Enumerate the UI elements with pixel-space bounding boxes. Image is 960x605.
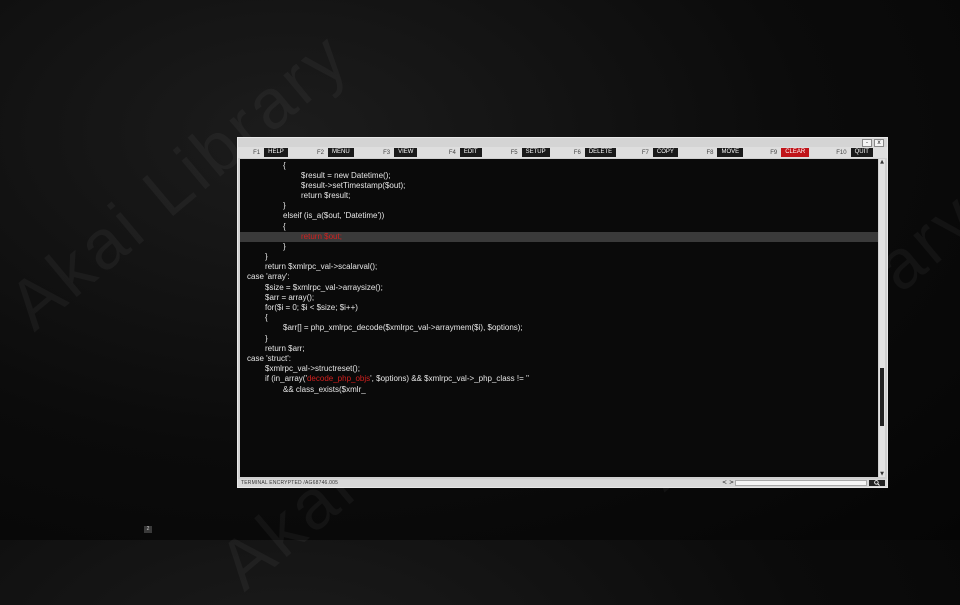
fkey-delete[interactable]: F6 DELETE — [563, 148, 628, 157]
code-text: { — [283, 161, 286, 170]
terminal-window: - x F1 HELP F2 MENU F3 VIEW F4 EDIT F5 S… — [237, 137, 888, 488]
status-text: TERMINAL ENCRYPTED /AG68746.005 — [241, 480, 339, 486]
code-line: } — [240, 242, 878, 252]
code-text: for($i = 0; $i < $size; $i++) — [265, 303, 358, 312]
code-line: } — [240, 252, 878, 262]
fkey-number: F3 — [383, 149, 391, 156]
fkey-setup-label[interactable]: SETUP — [521, 148, 550, 157]
code-text: } — [283, 201, 286, 210]
code-line: for($i = 0; $i < $size; $i++) — [240, 303, 878, 313]
code-text: } — [265, 334, 268, 343]
fkey-quit[interactable]: F10 QUIT — [822, 148, 887, 157]
highlighted-code-line: return $out; — [240, 232, 878, 242]
scrollbar-thumb[interactable] — [880, 368, 884, 427]
fkey-menu-label[interactable]: MENU — [328, 148, 354, 157]
code-text: $size = $xmlrpc_val->arraysize(); — [265, 283, 383, 292]
code-text: { — [283, 222, 286, 231]
fkey-copy[interactable]: F7 COPY — [627, 148, 692, 157]
code-line: return $result; — [240, 191, 878, 201]
code-line: elseif (is_a($out, 'Datetime')) — [240, 211, 878, 221]
code-line: $arr = array(); — [240, 293, 878, 303]
fkey-view[interactable]: F3 VIEW — [368, 148, 433, 157]
fkey-number: F9 — [770, 149, 778, 156]
code-text: $xmlrpc_val->structreset(); — [265, 364, 360, 373]
search-input[interactable] — [735, 480, 867, 486]
fkey-quit-label[interactable]: QUIT — [850, 148, 873, 157]
function-key-bar: F1 HELP F2 MENU F3 VIEW F4 EDIT F5 SETUP… — [238, 147, 887, 158]
code-text: $arr = array(); — [265, 293, 315, 302]
code-line: $xmlrpc_val->structreset(); — [240, 364, 878, 374]
code-text-segment: if (in_array(' — [265, 374, 307, 383]
fkey-setup[interactable]: F5 SETUP — [498, 148, 563, 157]
code-line: case 'struct': — [240, 354, 878, 364]
nav-next-button[interactable]: > — [729, 479, 734, 486]
fkey-number: F6 — [573, 149, 581, 156]
code-text: return $xmlrpc_val->scalarval(); — [265, 262, 378, 271]
search-icon — [874, 480, 880, 486]
minimize-button[interactable]: - — [862, 139, 872, 147]
code-text: elseif (is_a($out, 'Datetime')) — [283, 211, 385, 220]
fkey-help-label[interactable]: HELP — [264, 148, 288, 157]
code-text: return $arr; — [265, 344, 305, 353]
code-line: } — [240, 201, 878, 211]
code-text: if (in_array('decode_php_objs', $options… — [265, 374, 529, 384]
code-line: case 'array': — [240, 272, 878, 282]
code-line: { — [240, 313, 878, 323]
fkey-delete-label[interactable]: DELETE — [584, 148, 617, 157]
code-line: return $xmlrpc_val->scalarval(); — [240, 262, 878, 272]
code-line: $arr[] = php_xmlrpc_decode($xmlrpc_val->… — [240, 323, 878, 333]
code-editor[interactable]: { $result = new Datetime(); $result->set… — [240, 159, 878, 477]
search-button[interactable] — [869, 480, 885, 486]
fkey-view-label[interactable]: VIEW — [394, 148, 418, 157]
fkey-clear-label[interactable]: CLEAR — [781, 148, 810, 157]
code-line: { — [240, 222, 878, 232]
code-line: $result = new Datetime(); — [240, 171, 878, 181]
fkey-number: F7 — [641, 149, 649, 156]
code-line: $size = $xmlrpc_val->arraysize(); — [240, 283, 878, 293]
code-line: { — [240, 161, 878, 171]
fkey-move[interactable]: F8 MOVE — [692, 148, 757, 157]
fkey-edit-label[interactable]: EDIT — [459, 148, 482, 157]
fkey-menu[interactable]: F2 MENU — [303, 148, 368, 157]
code-text: } — [265, 252, 268, 261]
window-titlebar[interactable]: - x — [238, 138, 887, 147]
nav-arrows: < > — [722, 479, 734, 487]
fkey-number: F5 — [510, 149, 518, 156]
fkey-number: F4 — [448, 149, 456, 156]
code-line: return $arr; — [240, 344, 878, 354]
code-text: { — [265, 313, 268, 322]
code-text: } — [283, 242, 286, 251]
code-text: case 'struct': — [247, 354, 291, 363]
fkey-number: F2 — [317, 149, 325, 156]
code-text: return $result; — [301, 191, 351, 200]
fkey-number: F1 — [253, 149, 261, 156]
code-text: case 'array': — [247, 272, 290, 281]
fkey-copy-label[interactable]: COPY — [652, 148, 678, 157]
code-line: } — [240, 334, 878, 344]
code-text: $arr[] = php_xmlrpc_decode($xmlrpc_val->… — [283, 323, 523, 332]
fkey-help[interactable]: F1 HELP — [238, 148, 303, 157]
code-text: && class_exists($xmlr_ — [283, 385, 366, 394]
fkey-number: F8 — [706, 149, 714, 156]
code-line: && class_exists($xmlr_ — [240, 385, 878, 395]
vertical-scrollbar[interactable]: ▲ ▼ — [879, 159, 885, 477]
code-text: $result->setTimestamp($out); — [301, 181, 406, 190]
scroll-down-icon[interactable]: ▼ — [879, 471, 885, 477]
code-line: $result->setTimestamp($out); — [240, 181, 878, 191]
status-bar: TERMINAL ENCRYPTED /AG68746.005 < > — [238, 479, 887, 487]
fkey-number: F10 — [836, 149, 847, 156]
scroll-up-icon[interactable]: ▲ — [879, 159, 885, 165]
code-text-segment: ', $options) && $xmlrpc_val->_php_class … — [370, 374, 530, 383]
close-button[interactable]: x — [874, 139, 884, 147]
code-text: $result = new Datetime(); — [301, 171, 391, 180]
code-line: if (in_array('decode_php_objs', $options… — [240, 374, 878, 384]
fkey-clear[interactable]: F9 CLEAR — [757, 148, 822, 157]
fkey-move-label[interactable]: MOVE — [717, 148, 744, 157]
page-number-badge: 2 — [144, 526, 152, 533]
nav-prev-button[interactable]: < — [722, 479, 727, 486]
code-text: return $out; — [301, 232, 342, 241]
code-string-highlight: decode_php_objs — [306, 374, 371, 383]
fkey-edit[interactable]: F4 EDIT — [433, 148, 498, 157]
